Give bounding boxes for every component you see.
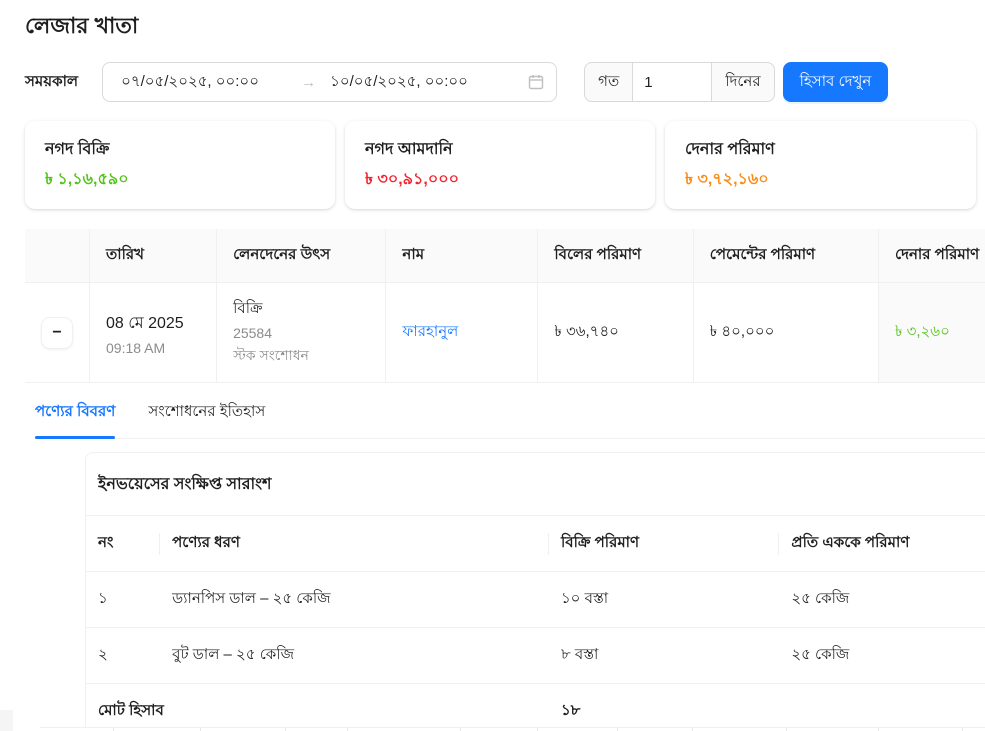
invoice-summary-table: নং পণ্যের ধরণ বিক্রি পরিমাণ প্রতি এককে প…: [86, 516, 985, 731]
inv-col-no-header: নং: [86, 516, 160, 572]
ledger-row: − 08 মে 2025 09:18 AM বিক্রি 25584 স্টক …: [25, 283, 985, 383]
item-qty: ১০ বস্তা: [549, 572, 779, 628]
item-unit: ২৫ কেজি: [779, 572, 985, 628]
inv-col-type-header: পণ্যের ধরণ: [160, 516, 549, 572]
last-prefix-label: গত: [584, 62, 632, 102]
summary-cards: নগদ বিক্রি ৳ ১,১৬,৫৯০ নগদ আমদানি ৳ ৩০,৯১…: [25, 121, 985, 209]
invoice-summary-card: ইনভয়েসের সংক্ষিপ্ত সারাংশ নং পণ্যের ধরণ…: [85, 452, 985, 731]
total-label: মোট হিসাব: [86, 684, 549, 731]
ledger-table: তারিখ লেনদেনের উৎস নাম বিলের পরিমাণ পেমে…: [25, 229, 985, 383]
invoice-summary-title: ইনভয়েসের সংক্ষিপ্ত সারাংশ: [86, 453, 985, 516]
expand-cell: −: [25, 283, 90, 383]
calendar-icon[interactable]: [528, 74, 544, 90]
total-value: ১৮: [549, 684, 779, 731]
days-count-input[interactable]: [632, 62, 712, 102]
ledger-page: লেজার খাতা সময়কাল → গত দিনের হিসাব দেখু…: [0, 0, 985, 731]
col-source-header: লেনদেনের উৎস: [217, 229, 386, 283]
due-amount-cell: ৳ ৩,২৬০: [879, 283, 985, 383]
minus-icon: −: [52, 324, 61, 342]
payment-amount-cell: ৳ ৪০,০০০: [693, 283, 878, 383]
col-name-header: নাম: [386, 229, 538, 283]
inv-col-unit-header: প্রতি এককে পরিমাণ: [779, 516, 985, 572]
card-amount: ৳ ১,১৬,৫৯০: [45, 168, 315, 192]
days-suffix-label: দিনের: [712, 62, 774, 102]
transaction-date: 08 মে 2025: [106, 310, 200, 337]
invoice-total-row: মোট হিসাব ১৮: [86, 684, 985, 731]
date-range-picker[interactable]: →: [102, 62, 557, 102]
invoice-item-row: ২ বুট ডাল – ২৫ কেজি ৮ বস্তা ২৫ কেজি: [86, 628, 985, 684]
summary-card-cash-sale: নগদ বিক্রি ৳ ১,১৬,৫৯০: [25, 121, 335, 209]
expanded-row-tabs: পণ্যের বিবরণ সংশোধনের ইতিহাস: [35, 401, 985, 439]
last-n-days-group: গত দিনের: [584, 62, 775, 102]
corner-shade: [0, 710, 13, 731]
card-amount: ৳ ৩,৭২,১৬০: [685, 168, 956, 192]
item-type: ড্যানপিস ডাল – ২৫ কেজি: [160, 572, 549, 628]
item-no: ১: [86, 572, 160, 628]
col-bill-header: বিলের পরিমাণ: [538, 229, 693, 283]
name-cell: ফারহানুল: [386, 283, 538, 383]
tab-edit-history[interactable]: সংশোধনের ইতিহাস: [148, 401, 265, 438]
summary-card-due-amount: দেনার পরিমাণ ৳ ৩,৭২,১৬০: [665, 121, 976, 209]
invoice-item-row: ১ ড্যানপিস ডাল – ২৫ কেজি ১০ বস্তা ২৫ কেজ…: [86, 572, 985, 628]
col-payment-header: পেমেন্টের পরিমাণ: [693, 229, 878, 283]
total-unit-empty: [779, 684, 985, 731]
partial-next-row: [40, 727, 985, 731]
item-no: ২: [86, 628, 160, 684]
invoice-header-row: নং পণ্যের ধরণ বিক্রি পরিমাণ প্রতি এককে প…: [86, 516, 985, 572]
page-title: লেজার খাতা: [0, 0, 985, 42]
source-note: স্টক সংশোধন: [233, 344, 369, 368]
date-cell: 08 মে 2025 09:18 AM: [90, 283, 217, 383]
filter-bar: সময়কাল → গত দিনের হিসাব দেখুন: [25, 62, 985, 102]
swap-right-icon: →: [301, 74, 316, 91]
item-unit: ২৫ কেজি: [779, 628, 985, 684]
card-amount: ৳ ৩০,৯১,০০০: [365, 168, 635, 192]
customer-name-link[interactable]: ফারহানুল: [402, 323, 458, 340]
col-expand-header: [25, 229, 90, 283]
item-type: বুট ডাল – ২৫ কেজি: [160, 628, 549, 684]
ledger-table-wrap: তারিখ লেনদেনের উৎস নাম বিলের পরিমাণ পেমে…: [25, 229, 985, 383]
transaction-time: 09:18 AM: [106, 340, 200, 356]
ledger-header-row: তারিখ লেনদেনের উৎস নাম বিলের পরিমাণ পেমে…: [25, 229, 985, 283]
item-qty: ৮ বস্তা: [549, 628, 779, 684]
col-due-header: দেনার পরিমাণ: [879, 229, 985, 283]
source-id: 25584: [233, 325, 369, 341]
period-label: সময়কাল: [25, 70, 78, 95]
tab-product-details[interactable]: পণ্যের বিবরণ: [35, 401, 115, 438]
collapse-row-button[interactable]: −: [41, 317, 73, 349]
card-title: নগদ বিক্রি: [45, 138, 315, 162]
card-title: দেনার পরিমাণ: [685, 138, 956, 162]
card-title: নগদ আমদানি: [365, 138, 635, 162]
range-end-input[interactable]: [330, 74, 508, 91]
bill-amount-cell: ৳ ৩৬,৭৪০: [538, 283, 693, 383]
col-date-header: তারিখ: [90, 229, 217, 283]
range-start-input[interactable]: [121, 74, 299, 91]
source-cell: বিক্রি 25584 স্টক সংশোধন: [217, 283, 386, 383]
view-account-button[interactable]: হিসাব দেখুন: [783, 62, 889, 102]
summary-card-cash-import: নগদ আমদানি ৳ ৩০,৯১,০০০: [345, 121, 655, 209]
inv-col-qty-header: বিক্রি পরিমাণ: [549, 516, 779, 572]
source-type: বিক্রি: [233, 297, 369, 322]
